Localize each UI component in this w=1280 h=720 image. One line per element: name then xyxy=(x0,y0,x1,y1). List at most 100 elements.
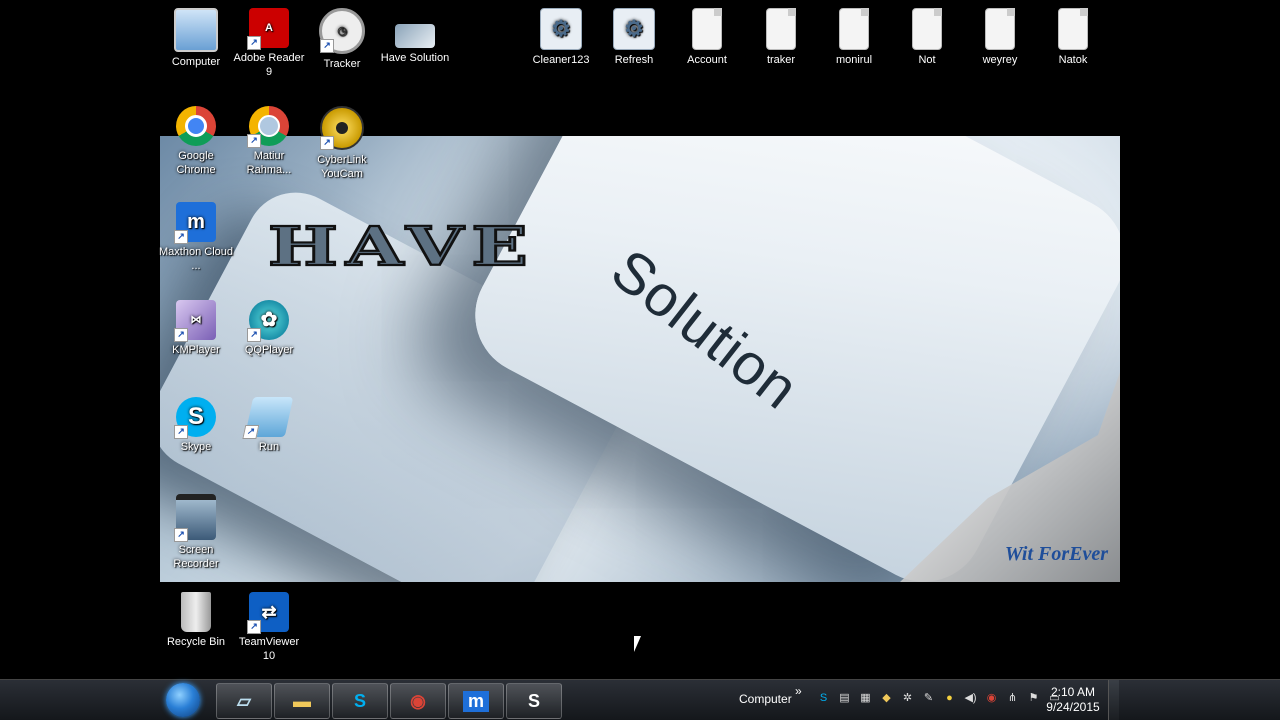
desktop-icon-have-solution[interactable]: Have Solution xyxy=(378,8,452,65)
desktop-icon-natok[interactable]: Natok xyxy=(1036,8,1110,67)
bulb-tray-icon[interactable]: ● xyxy=(942,691,957,706)
chrome-tray-icon[interactable]: ◉ xyxy=(984,691,999,706)
desktop-icon-label: KMPlayer xyxy=(172,344,220,356)
desktop-icon-traker[interactable]: traker xyxy=(744,8,818,67)
system-clock[interactable]: 2:10 AM 9/24/2015 xyxy=(1044,685,1102,715)
desktop-icon-label: weyrey xyxy=(982,54,1018,66)
desktop-icon-account[interactable]: Account xyxy=(670,8,744,67)
desktop-icon-run[interactable]: ↗ Run xyxy=(232,397,306,454)
desktop-icon-not[interactable]: Not xyxy=(890,8,964,67)
wallpaper-brand-text: Wit ForEver xyxy=(1004,543,1108,565)
desktop-icon-label: Account xyxy=(687,54,727,66)
desktop-icon-label: Adobe Reader 9 xyxy=(233,52,305,78)
desktop-icon-label: QQPlayer xyxy=(244,344,294,356)
desktop-icon-google-chrome[interactable]: Google Chrome xyxy=(159,106,233,177)
desktop-icon-label: Screen Recorder xyxy=(173,544,219,570)
taskbar-maxthon-button[interactable]: m xyxy=(448,683,504,719)
taskbar: ▱ ▬ S ◉ m S Computer » S ▤ ▦ ◆ ✲ ✎ ● ◀) … xyxy=(0,679,1280,720)
taskbar-explorer-button[interactable]: ▬ xyxy=(274,683,330,719)
clapperboard-icon: ↗ xyxy=(174,494,216,542)
folder-tray-icon[interactable]: ◆ xyxy=(879,691,894,706)
desktop-icon-label: Have Solution xyxy=(380,52,450,64)
system-tray: S ▤ ▦ ◆ ✲ ✎ ● ◀) ◉ ⋔ ⚑ ▭ xyxy=(816,691,1062,706)
desktop-icon-tracker[interactable]: ◷ ↗ Tracker xyxy=(305,8,379,71)
taskbar-skype-button[interactable]: S xyxy=(332,683,388,719)
document-icon xyxy=(766,8,796,50)
desktop-icon-label: monirul xyxy=(835,54,873,66)
skype-icon: S ↗ xyxy=(174,397,216,439)
document-icon xyxy=(985,8,1015,50)
chrome-profile-icon: ↗ xyxy=(247,106,289,148)
desktop-icon-refresh[interactable]: ⚙ Refresh xyxy=(597,8,671,67)
desktop-icon-label: CyberLink YouCam xyxy=(317,154,367,180)
webcam-icon: ↗ xyxy=(320,106,364,150)
desktop-icon-label: Maxthon Cloud ... xyxy=(159,246,233,272)
kmplayer-icon: ⋈ ↗ xyxy=(174,300,216,342)
desktop-icon-qqplayer[interactable]: ✿ ↗ QQPlayer xyxy=(232,300,306,357)
desktop-icon-label: Refresh xyxy=(614,54,654,66)
document-icon xyxy=(692,8,722,50)
desktop-icon-matiur[interactable]: ↗ Matiur Rahma... xyxy=(232,106,306,177)
maxthon-icon: m xyxy=(462,690,489,712)
desktop-icon-weyrey[interactable]: weyrey xyxy=(963,8,1037,67)
desktop-icon-label: traker xyxy=(766,54,796,66)
recorder-icon: S xyxy=(527,690,540,711)
teamviewer-icon: ⇄ ↗ xyxy=(247,592,289,634)
desktop-icon-label: Skype xyxy=(180,441,212,453)
image-thumbnail-icon xyxy=(395,24,435,48)
volume-icon[interactable]: ◀) xyxy=(963,691,978,706)
network-tray-icon[interactable]: ✲ xyxy=(900,691,915,706)
desktop-icon-kmplayer[interactable]: ⋈ ↗ KMPlayer xyxy=(159,300,233,357)
message-tray-icon[interactable]: ▤ xyxy=(837,691,852,706)
taskbar-chrome-button[interactable]: ◉ xyxy=(390,683,446,719)
wifi-icon[interactable]: ⋔ xyxy=(1005,691,1020,706)
desktop-wallpaper: Solution HAVE Wit ForEver xyxy=(160,136,1120,582)
toolbar-chevron-icon[interactable]: » xyxy=(795,684,802,698)
clock-icon: ◷ ↗ xyxy=(319,8,365,54)
desktop-icon-label: Google Chrome xyxy=(176,150,216,176)
desktop-icon-skype[interactable]: S ↗ Skype xyxy=(159,397,233,454)
desktop-icon-recycle-bin[interactable]: Recycle Bin xyxy=(159,592,233,649)
desktop-icon-label: TeamViewer 10 xyxy=(238,636,300,662)
start-button[interactable] xyxy=(166,683,200,717)
edit-tray-icon[interactable]: ✎ xyxy=(921,691,936,706)
wallpaper-have-text: HAVE xyxy=(267,215,536,279)
desktop-icon-label: Cleaner123 xyxy=(532,54,590,66)
show-desktop-button[interactable] xyxy=(1108,680,1119,720)
toolbar-computer-label[interactable]: Computer xyxy=(739,692,792,706)
desktop-icon-monirul[interactable]: monirul xyxy=(817,8,891,67)
desktop-icon-cleaner123[interactable]: ⚙ Cleaner123 xyxy=(524,8,598,67)
desktop-icon-label: Matiur Rahma... xyxy=(246,150,292,176)
maxthon-icon: m ↗ xyxy=(174,202,216,244)
computer-icon xyxy=(174,8,218,52)
desktop-icon-label: Recycle Bin xyxy=(166,636,226,648)
run-dialog-icon: ↗ xyxy=(242,397,294,439)
mouse-cursor-icon xyxy=(634,636,641,652)
desktop-icon-maxthon[interactable]: m ↗ Maxthon Cloud ... xyxy=(159,202,233,273)
chrome-icon: ◉ xyxy=(410,690,426,711)
desktop-icon-screen-recorder[interactable]: ↗ Screen Recorder xyxy=(159,494,233,571)
desktop-icon-computer[interactable]: Computer xyxy=(159,8,233,69)
recycle-bin-icon xyxy=(181,592,211,632)
action-center-flag-icon[interactable]: ⚑ xyxy=(1026,691,1041,706)
desktop-icon-label: Not xyxy=(918,54,936,66)
document-icon xyxy=(1058,8,1088,50)
chrome-icon xyxy=(176,106,216,146)
desktop-icon-teamviewer[interactable]: ⇄ ↗ TeamViewer 10 xyxy=(232,592,306,663)
clock-date: 9/24/2015 xyxy=(1046,700,1100,714)
skype-icon: S xyxy=(353,690,366,711)
taskbar-show-desktop-button[interactable]: ▱ xyxy=(216,683,272,719)
desktop-icon-label: Tracker xyxy=(323,58,361,70)
desktop-icon-cyberlink[interactable]: ↗ CyberLink YouCam xyxy=(305,106,379,181)
image-tray-icon[interactable]: ▦ xyxy=(858,691,873,706)
clock-time: 2:10 AM xyxy=(1050,685,1096,699)
config-file-icon: ⚙ xyxy=(613,8,655,50)
desktop-icon-adobe-reader[interactable]: A ↗ Adobe Reader 9 xyxy=(232,8,306,79)
adobe-reader-icon: A ↗ xyxy=(247,8,289,50)
desktop-icon-label: Natok xyxy=(1058,54,1088,66)
document-icon xyxy=(912,8,942,50)
taskbar-screen-recorder-button[interactable]: S xyxy=(506,683,562,719)
folder-icon: ▬ xyxy=(293,690,311,711)
config-file-icon: ⚙ xyxy=(540,8,582,50)
skype-tray-icon[interactable]: S xyxy=(816,691,831,706)
